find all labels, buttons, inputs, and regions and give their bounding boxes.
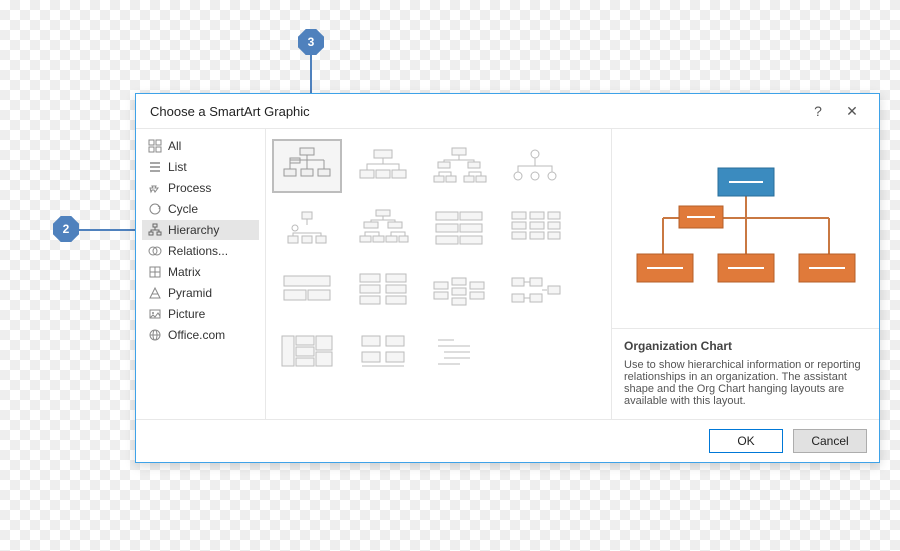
sidebar-item-label: List [168,160,187,174]
callout-2: 2 [53,216,79,242]
sidebar-item-label: Cycle [168,202,198,216]
sidebar-item-label: Hierarchy [168,223,219,237]
process-icon [148,181,162,195]
gallery-item[interactable] [272,201,342,255]
sidebar-item-all[interactable]: All [142,136,259,156]
preview-description: Use to show hierarchical information or … [624,359,867,407]
sidebar-item-label: Office.com [168,328,225,342]
sidebar-item-label: Process [168,181,211,195]
sidebar-item-label: Pyramid [168,286,212,300]
preview-pane: Organization Chart Use to show hierarchi… [611,129,879,419]
category-sidebar: All List Process Cycle Hierarchy Relatio… [136,129,266,419]
gallery-item-org-chart[interactable] [272,139,342,193]
titlebar: Choose a SmartArt Graphic ? ✕ [136,94,879,128]
smartart-dialog: Choose a SmartArt Graphic ? ✕ All List P… [135,93,880,463]
pyramid-icon [148,286,162,300]
template-gallery [266,129,611,419]
list-icon [148,160,162,174]
gallery-item[interactable] [272,263,342,317]
sidebar-item-process[interactable]: Process [142,178,259,198]
callout-2-leader [79,229,143,231]
callout-3: 3 [298,29,324,55]
preview-canvas [612,129,879,328]
picture-icon [148,307,162,321]
gallery-item[interactable] [500,201,570,255]
ok-button[interactable]: OK [709,429,783,453]
gallery-item[interactable] [424,201,494,255]
globe-icon [148,328,162,342]
sidebar-item-hierarchy[interactable]: Hierarchy [142,220,259,240]
gallery-item[interactable] [500,139,570,193]
gallery-item[interactable] [348,325,418,379]
gallery-item[interactable] [348,139,418,193]
relationship-icon [148,244,162,258]
gallery-item[interactable] [424,139,494,193]
sidebar-item-label: Matrix [168,265,201,279]
gallery-item[interactable] [348,201,418,255]
sidebar-item-cycle[interactable]: Cycle [142,199,259,219]
sidebar-item-label: Picture [168,307,205,321]
sidebar-item-relationship[interactable]: Relations... [142,241,259,261]
sidebar-item-label: All [168,139,181,153]
dialog-footer: OK Cancel [136,420,879,462]
sidebar-item-pyramid[interactable]: Pyramid [142,283,259,303]
gallery-item[interactable] [500,263,570,317]
hierarchy-icon [148,223,162,237]
gallery-item[interactable] [272,325,342,379]
sidebar-item-matrix[interactable]: Matrix [142,262,259,282]
preview-diagram [631,154,861,304]
close-button[interactable]: ✕ [835,103,869,120]
gallery-item[interactable] [424,325,494,379]
sidebar-item-label: Relations... [168,244,228,258]
sidebar-item-officecom[interactable]: Office.com [142,325,259,345]
cycle-icon [148,202,162,216]
preview-description-box: Organization Chart Use to show hierarchi… [612,328,879,419]
cancel-button[interactable]: Cancel [793,429,867,453]
matrix-icon [148,265,162,279]
gallery-item[interactable] [348,263,418,317]
preview-name: Organization Chart [624,339,867,353]
all-icon [148,139,162,153]
help-button[interactable]: ? [801,103,835,119]
dialog-title: Choose a SmartArt Graphic [150,104,801,119]
sidebar-item-picture[interactable]: Picture [142,304,259,324]
sidebar-item-list[interactable]: List [142,157,259,177]
gallery-item[interactable] [424,263,494,317]
